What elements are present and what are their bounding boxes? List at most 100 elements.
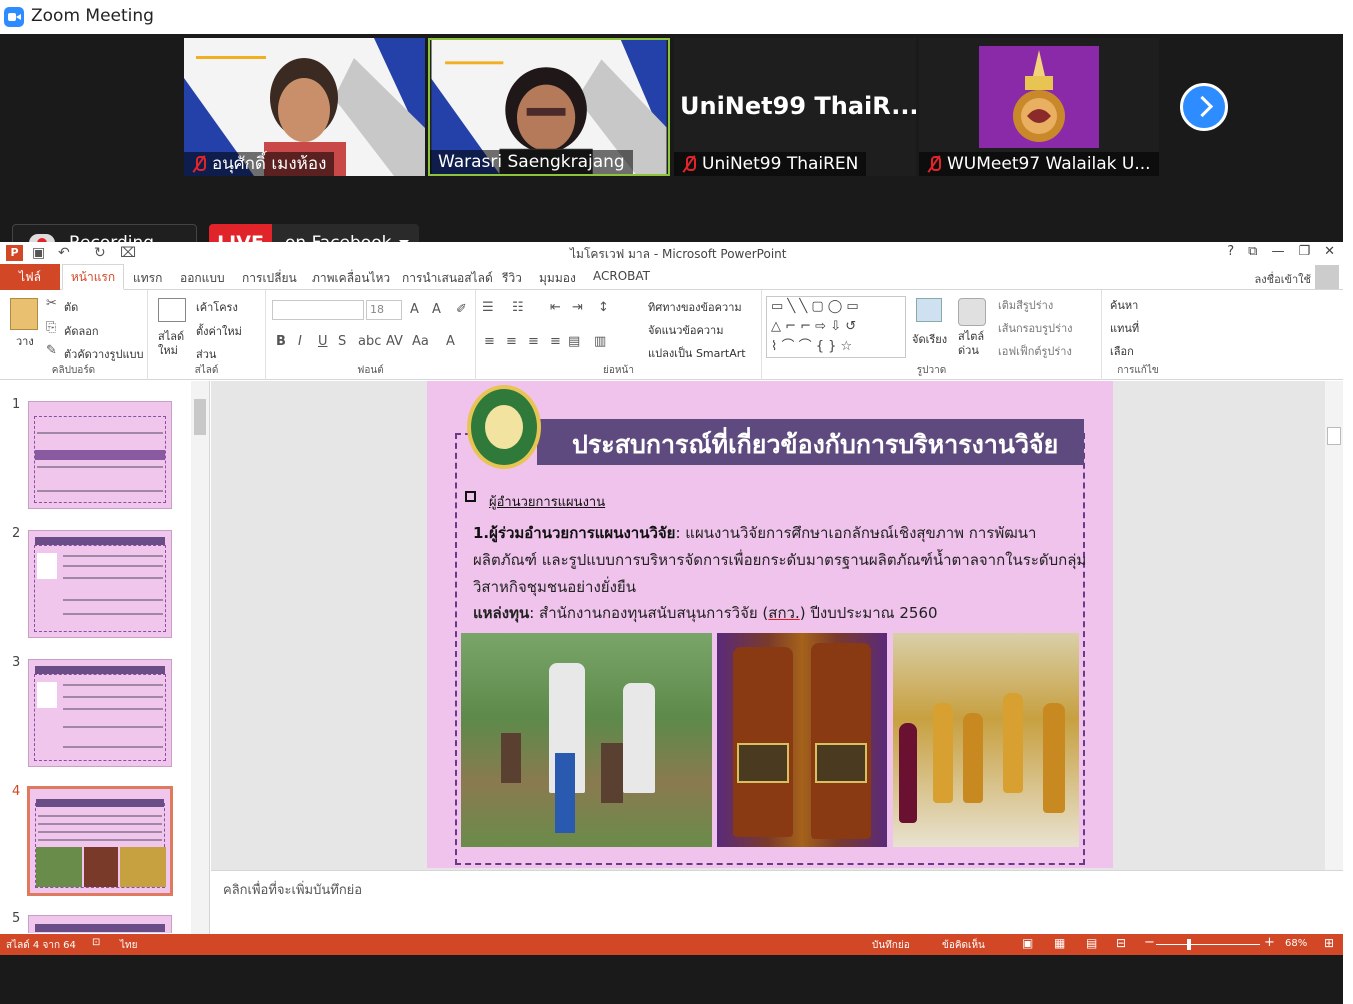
align-text-button[interactable]: จัดแนวข้อความ [648,321,723,339]
thumbnail-scrollbar[interactable] [191,381,209,934]
new-slide-icon[interactable] [158,298,186,322]
tab-slideshow[interactable]: การนำเสนอสไลด์ [402,269,493,288]
notes-toggle[interactable]: บันทึกย่อ [872,938,910,953]
notes-pane[interactable]: คลิกเพื่อที่จะเพิ่มบันทึกย่อ [211,870,1343,934]
slide-thumbnail[interactable] [28,401,172,509]
reading-view-icon[interactable]: ▤ [1086,936,1097,950]
align-right-icon[interactable]: ≡ [528,334,539,349]
format-painter-button[interactable]: ตัวคัดวางรูปแบบ [64,345,144,363]
font-color-icon[interactable]: A [446,334,455,349]
save-icon[interactable]: ▣ [32,245,45,261]
shadow-icon[interactable]: S [338,334,346,349]
slide-thumbnail[interactable] [28,659,172,767]
text-direction-button[interactable]: ทิศทางของข้อความ [648,298,742,316]
bold-icon[interactable]: B [276,334,286,349]
comments-toggle[interactable]: ข้อคิดเห็น [942,938,985,953]
slide-paragraph[interactable]: 1.ผู้ร่วมอำนวยการแผนงานวิจัย: แผนงานวิจั… [473,520,1088,601]
slide-thumbnail[interactable] [28,915,172,933]
close-icon[interactable]: ✕ [1324,244,1335,259]
scrollbar-thumb[interactable] [194,399,206,435]
minimize-icon[interactable]: — [1271,244,1284,259]
decrease-indent-icon[interactable]: ⇤ [550,300,561,315]
new-slide-button[interactable]: สไลด์ ใหม่ [158,330,188,358]
spacing-icon[interactable]: AV [386,334,403,349]
bottled-products-photo[interactable] [893,633,1079,847]
select-button[interactable]: เลือก [1110,342,1134,360]
replace-button[interactable]: แทนที่ [1110,319,1139,337]
section-button[interactable]: ส่วน [196,345,216,363]
help-icon[interactable]: ? [1227,244,1234,259]
tab-insert[interactable]: แทรก [133,269,162,288]
slide-thumbnail[interactable] [28,530,172,638]
participant-tile-active-speaker[interactable]: Warasri Saengkrajang [428,38,670,176]
language-indicator[interactable]: ไทย [120,938,137,953]
tab-home[interactable]: หน้าแรก [62,264,124,290]
participant-tile[interactable]: อนุศักดิ์ เมงห้อง [184,38,425,176]
increase-indent-icon[interactable]: ⇥ [572,300,583,315]
font-size-select[interactable]: 18 [366,300,402,320]
zoom-level[interactable]: 68% [1285,938,1307,949]
notes-placeholder[interactable]: คลิกเพื่อที่จะเพิ่มบันทึกย่อ [223,879,362,900]
underline-icon[interactable]: U [318,334,328,349]
convert-smartart-button[interactable]: แปลงเป็น SmartArt [648,344,746,362]
arrange-button[interactable]: จัดเรียง [912,330,947,348]
participant-tile[interactable]: WUMeet97 Walailak U... [919,38,1159,176]
shape-fill-button[interactable]: เติมสีรูปร่าง [998,296,1053,314]
arrange-icon[interactable] [916,298,942,322]
numbering-icon[interactable]: ☷ [512,300,524,315]
columns-icon[interactable]: ▥ [594,334,606,349]
align-center-icon[interactable]: ≡ [506,334,517,349]
tab-animations[interactable]: ภาพเคลื่อนไหว [312,269,390,288]
find-button[interactable]: ค้นหา [1110,296,1138,314]
shapes-gallery[interactable]: ▭ ╲ ╲ ▢ ◯ ▭ △ ⌐ ⌐ ⇨ ⇩ ↺ ⌇ ⌒ ⌒ { } ☆ [766,296,906,358]
fit-to-window-icon[interactable]: ⊞ [1324,936,1334,950]
paste-button[interactable]: วาง [16,332,34,350]
strikethrough-icon[interactable]: abc [358,334,381,349]
quick-styles-icon[interactable] [958,298,986,326]
tab-design[interactable]: ออกแบบ [180,269,225,288]
powerpoint-app-icon[interactable]: P [6,245,23,261]
tab-view[interactable]: มุมมอง [539,269,576,288]
zoom-in-icon[interactable]: + [1264,935,1275,950]
participant-tile[interactable]: UniNet99 ThaiR... UniNet99 ThaiREN [674,38,916,176]
normal-view-icon[interactable]: ▣ [1022,936,1033,950]
copy-button[interactable]: คัดลอก [64,322,99,340]
zoom-slider-knob[interactable] [1187,939,1191,950]
sign-in-link[interactable]: ลงชื่อเข้าใช้ [1255,270,1311,288]
syrup-bottles-photo[interactable] [717,633,887,847]
tab-acrobat[interactable]: ACROBAT [593,269,650,283]
undo-icon[interactable]: ↶ [58,245,70,261]
slide-sorter-icon[interactable]: ▦ [1054,936,1065,950]
paste-icon[interactable] [10,298,38,330]
reset-button[interactable]: ตั้งค่าใหม่ [196,322,242,340]
zoom-slider[interactable] [1156,944,1260,945]
font-name-select[interactable] [272,300,364,320]
align-left-icon[interactable]: ≡ [484,334,495,349]
tab-transitions[interactable]: การเปลี่ยน [242,269,297,288]
redo-icon[interactable]: ↻ [94,245,106,261]
slideshow-icon[interactable]: ⊟ [1116,936,1126,950]
shrink-font-icon[interactable]: A [432,302,441,317]
line-spacing-icon[interactable]: ↕ [598,300,609,315]
start-from-beginning-icon[interactable]: ⌧ [120,245,136,261]
proofing-icon[interactable]: ⊡ [92,937,100,948]
layout-button[interactable]: เค้าโครง [196,298,238,316]
cut-button[interactable]: ตัด [64,298,78,316]
clear-format-icon[interactable]: ✐ [456,302,467,317]
italic-icon[interactable]: I [298,334,302,349]
change-case-icon[interactable]: Aa [412,334,429,349]
shape-outline-button[interactable]: เส้นกรอบรูปร่าง [998,319,1073,337]
slide-title[interactable]: ประสบการณ์ที่เกี่ยวข้องกับการบริหารงานวิ… [572,425,1058,465]
distributed-icon[interactable]: ▤ [568,334,580,349]
slide-canvas[interactable]: ประสบการณ์ที่เกี่ยวข้องกับการบริหารงานวิ… [427,381,1113,868]
ribbon-display-icon[interactable]: ⧉ [1248,244,1257,259]
next-page-arrow-icon[interactable] [1180,83,1228,131]
bullets-icon[interactable]: ☰ [482,300,494,315]
slide-subheading[interactable]: ผู้อำนวยการแผนงาน [489,491,605,512]
scrollbar-thumb[interactable] [1327,427,1341,445]
restore-icon[interactable]: ❐ [1298,244,1310,259]
justify-icon[interactable]: ≡ [550,334,561,349]
slide-scrollbar[interactable] [1325,381,1343,870]
zoom-out-icon[interactable]: − [1144,935,1155,950]
shape-effects-button[interactable]: เอฟเฟ็กต์รูปร่าง [998,342,1072,360]
